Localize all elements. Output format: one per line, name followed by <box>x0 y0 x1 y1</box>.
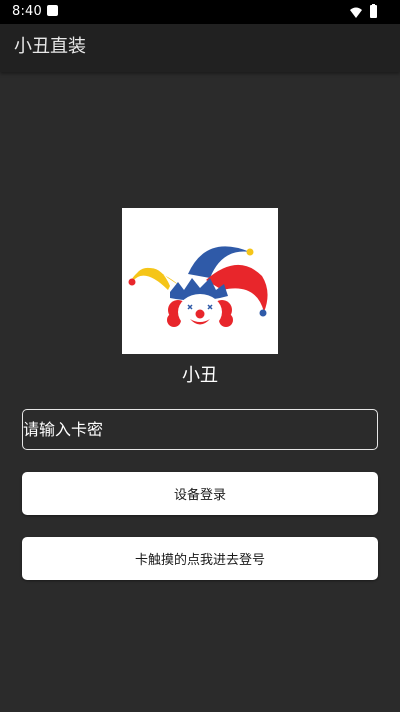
logo-name: 小丑 <box>182 365 218 386</box>
battery-icon <box>370 5 377 18</box>
touch-login-button[interactable]: 卡触摸的点我进去登号 <box>22 537 378 580</box>
status-time: 8:40 <box>12 4 42 19</box>
status-bar: 8:40 <box>0 0 400 24</box>
notification-icon <box>47 5 58 16</box>
app-bar: 小丑直装 <box>0 24 400 72</box>
card-key-input[interactable] <box>22 409 378 450</box>
device-login-button[interactable]: 设备登录 <box>22 472 378 515</box>
status-icons <box>350 4 377 18</box>
clown-jester-icon <box>128 246 268 330</box>
wifi-icon <box>350 7 362 18</box>
app-title: 小丑直装 <box>14 36 86 57</box>
clown-logo <box>122 208 278 354</box>
